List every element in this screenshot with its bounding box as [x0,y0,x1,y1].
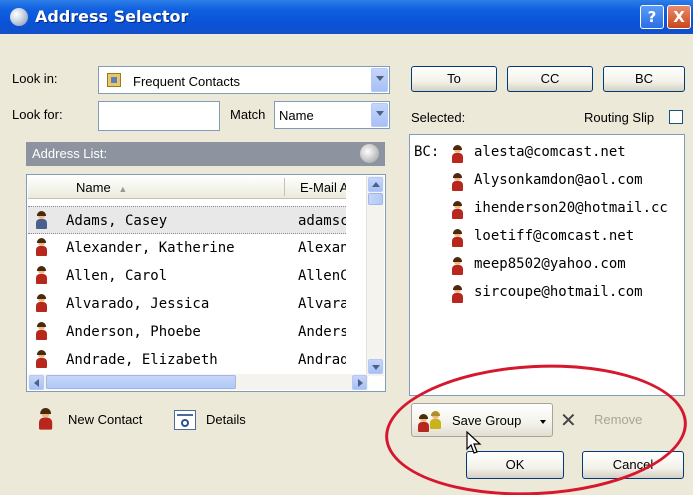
contact-row[interactable]: Adams, Casey adamsc@ [28,206,346,234]
scroll-up-arrow-icon[interactable] [368,177,383,192]
sort-ascending-icon: ▲ [118,184,128,194]
routing-slip-label: Routing Slip [584,110,655,125]
chevron-down-icon[interactable] [371,103,388,127]
bc-button[interactable]: BC [603,66,685,92]
vertical-scrollbar[interactable] [366,176,384,376]
look-for-input[interactable] [98,101,220,131]
look-in-dropdown[interactable]: Frequent Contacts [98,66,390,94]
look-in-label: Look in: [12,71,58,86]
title-bar: Address Selector ? X [0,0,693,34]
address-list-label: Address List: [32,146,108,161]
contact-row[interactable]: Alvarado, Jessica Alvarado. [28,290,346,318]
address-book-icon [10,8,28,26]
contact-icon [452,173,463,192]
column-header-name[interactable]: Name ▲ [76,180,127,195]
match-value: Name [279,108,314,123]
contact-icon [452,229,463,248]
scrollbar-thumb[interactable] [368,193,383,205]
look-for-label: Look for: [12,107,63,122]
selected-recipients-pane[interactable]: BC: alesta@comcast.net Alysonkamdon@aol.… [409,134,685,396]
contact-icon [36,238,47,257]
contact-icon [452,201,463,220]
contact-row[interactable]: Allen, Carol AllenC@la [28,262,346,290]
contact-icon [36,266,47,285]
address-selector-window: Address Selector ? X Look in: Frequent C… [0,0,693,495]
details-button[interactable]: Details [172,408,262,434]
contacts-folder-icon [107,73,121,87]
scroll-down-arrow-icon[interactable] [368,359,383,374]
contact-icon [36,350,47,369]
close-button[interactable]: X [667,5,691,29]
window-title: Address Selector [35,7,189,26]
address-list-header: Name ▲ E-Mail Adc [28,176,346,199]
contact-icon [36,294,47,313]
cc-button[interactable]: CC [507,66,593,92]
contact-row[interactable]: Anderson, Phoebe Andersor [28,318,346,346]
contact-icon [452,285,463,304]
chevron-down-icon[interactable] [371,68,388,92]
new-contact-icon [39,408,53,431]
selected-label: Selected: [411,110,466,125]
routing-slip-checkbox[interactable] [669,110,683,124]
to-button[interactable]: To [411,66,497,92]
help-button[interactable]: ? [640,5,664,29]
look-in-value: Frequent Contacts [133,74,240,89]
contact-icon [36,211,47,230]
column-header-email[interactable]: E-Mail Adc [300,180,346,195]
address-list-pane: Name ▲ E-Mail Adc Adams, Casey adamsc@ A… [26,174,386,392]
contact-row[interactable]: Alexander, Katherine Alexande [28,234,346,262]
scroll-left-arrow-icon[interactable] [29,375,44,390]
directory-icon[interactable] [360,144,379,163]
contact-row[interactable]: Andrade, Elizabeth AndradeE [28,346,346,374]
contact-icon [452,145,463,164]
scroll-right-arrow-icon[interactable] [352,375,367,390]
address-list-bar: Address List: [26,142,385,166]
horizontal-scrollbar[interactable] [28,374,368,390]
horizontal-scrollbar-thumb[interactable] [46,375,236,389]
match-dropdown[interactable]: Name [274,101,390,129]
contact-icon [36,322,47,341]
contact-icon [452,257,463,276]
bc-prefix: BC: [414,144,440,160]
match-label: Match [230,107,266,122]
details-icon [174,410,196,430]
new-contact-button[interactable]: New Contact [36,408,162,434]
